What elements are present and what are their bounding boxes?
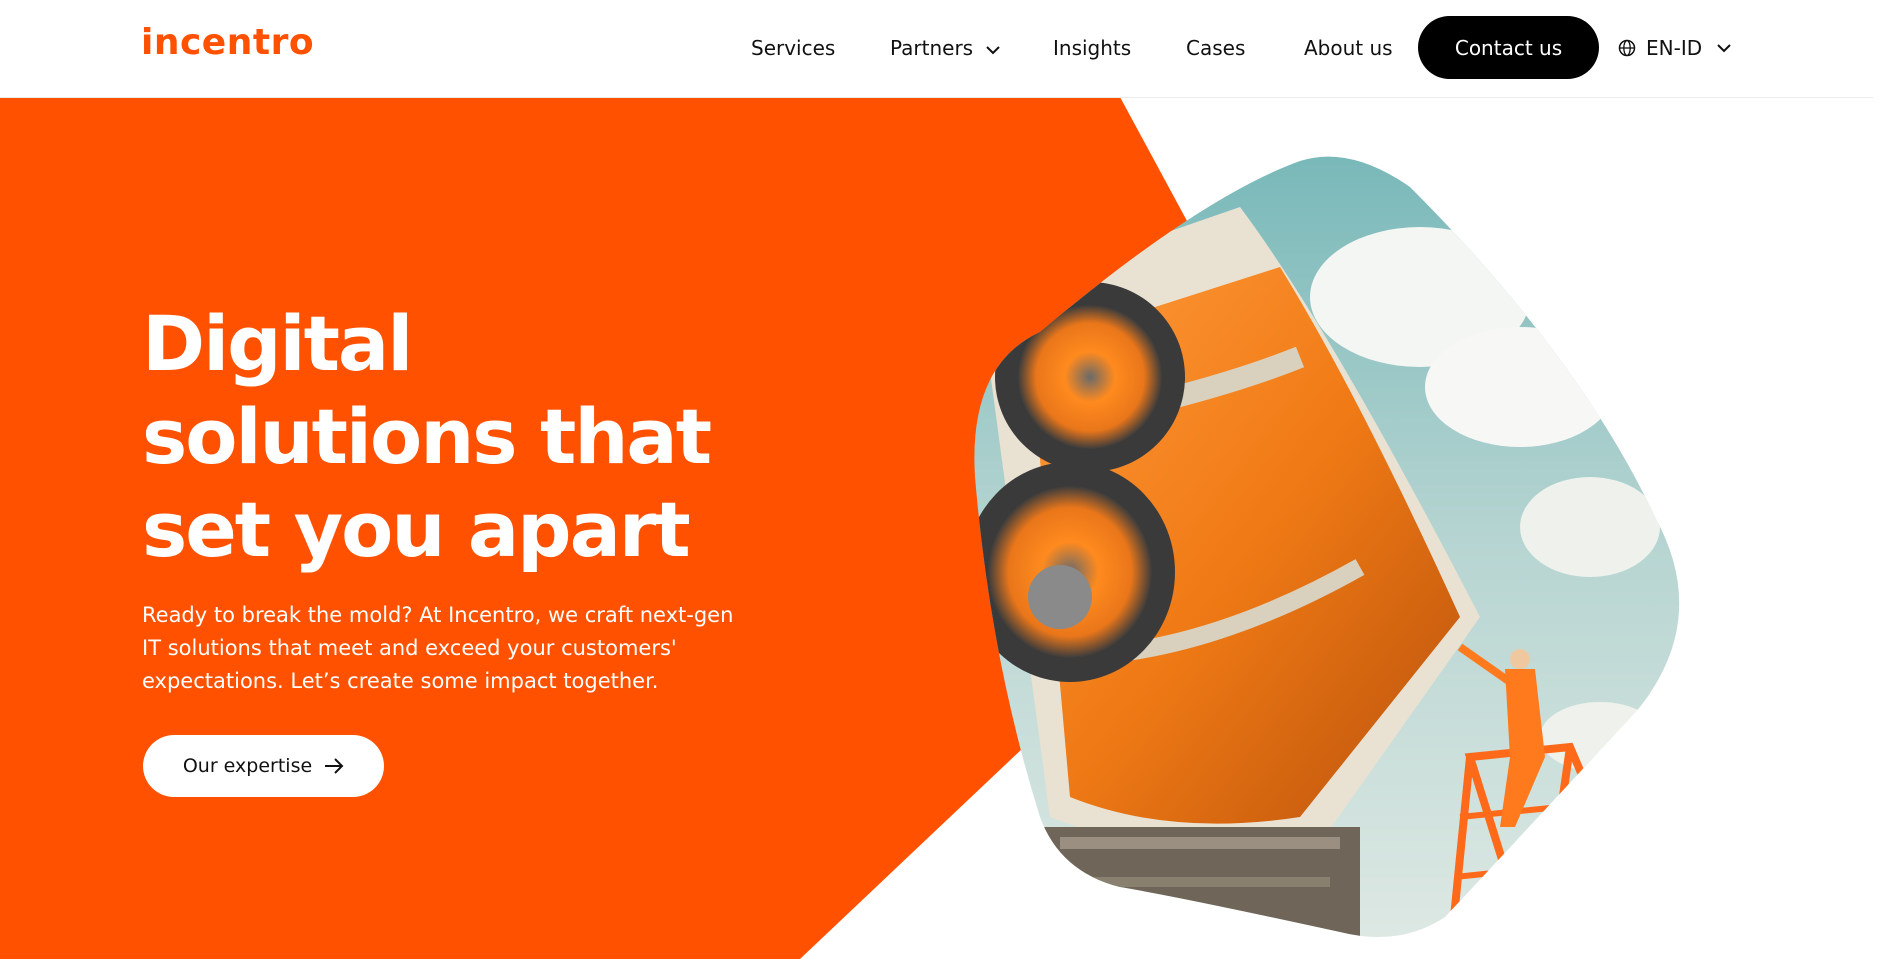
hero-description: Ready to break the mold? At Incentro, we… bbox=[142, 603, 734, 693]
nav-services[interactable]: Services bbox=[751, 36, 835, 60]
incentro-logo[interactable]: incentro bbox=[141, 22, 314, 63]
chevron-down-icon bbox=[986, 45, 1001, 54]
our-expertise-label: Our expertise bbox=[182, 755, 313, 777]
nav-cases[interactable]: Cases bbox=[1186, 36, 1245, 60]
nav-insights[interactable]: Insights bbox=[1053, 36, 1131, 60]
contact-us-button[interactable]: Contact us bbox=[1418, 16, 1599, 79]
chevron-down-icon bbox=[1717, 44, 1731, 53]
nav-partners[interactable]: Partners bbox=[890, 36, 1001, 60]
arrow-right-icon bbox=[325, 758, 344, 774]
hero-headline: Digital solutions that set you apart bbox=[142, 299, 712, 574]
globe-icon bbox=[1618, 39, 1636, 57]
nav-services-label: Services bbox=[751, 36, 836, 60]
our-expertise-button[interactable]: Our expertise bbox=[143, 735, 384, 797]
nav-partners-label: Partners bbox=[890, 36, 974, 60]
contact-us-label: Contact us bbox=[1454, 35, 1563, 60]
nav-cases-label: Cases bbox=[1186, 36, 1246, 60]
nav-about-us[interactable]: About us bbox=[1304, 36, 1393, 60]
nav-insights-label: Insights bbox=[1053, 36, 1132, 60]
site-header: incentro Services Partners Insights Case… bbox=[0, 0, 1873, 98]
language-selector[interactable]: EN-ID bbox=[1618, 36, 1742, 60]
nav-about-us-label: About us bbox=[1304, 36, 1393, 60]
language-label: EN-ID bbox=[1646, 36, 1703, 60]
hero-section: Digital solutions that set you apart Rea… bbox=[0, 97, 1873, 959]
